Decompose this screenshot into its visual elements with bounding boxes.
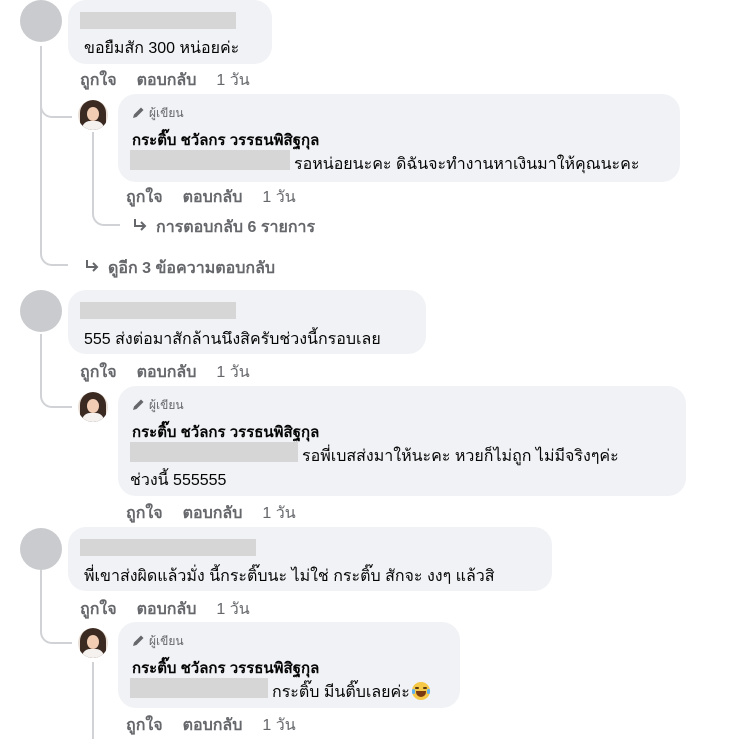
author-name[interactable]: กระติ๊บ ชวัลกร วรรธนพิสิฐกุล <box>132 128 319 152</box>
reply-bubble: ผู้เขียน กระติ๊บ ชวัลกร วรรธนพิสิฐกุล กร… <box>118 622 460 708</box>
like-button[interactable]: ถูกใจ <box>80 597 117 622</box>
redacted-name <box>80 302 236 319</box>
reply-actions: ถูกใจ ตอบกลับ 1 วัน <box>126 501 296 526</box>
reply-actions: ถูกใจ ตอบกลับ 1 วัน <box>126 713 296 738</box>
comment-bubble: ขอยืมสัก 300 หน่อยค่ะ <box>68 0 272 64</box>
thread-connector <box>40 376 72 408</box>
author-avatar[interactable] <box>78 100 108 130</box>
comment-text: พี่เขาส่งผิดแล้วมั่ง นี้กระติ๊บนะ ไม่ใช่… <box>84 568 495 585</box>
reply-actions: ถูกใจ ตอบกลับ 1 วัน <box>126 185 296 210</box>
comment-text: 555 ส่งต่อมาสักล้านนึงสิครับช่วงนี้กรอบเ… <box>84 331 381 348</box>
more-replies-link[interactable]: การตอบกลับ 6 รายการ <box>132 215 315 240</box>
pencil-icon <box>132 398 145 414</box>
redacted-mention <box>130 442 298 462</box>
thread-connector <box>40 86 72 118</box>
commenter-avatar[interactable] <box>20 0 62 42</box>
redacted-name <box>80 12 236 29</box>
timestamp[interactable]: 1 วัน <box>216 360 249 385</box>
like-button[interactable]: ถูกใจ <box>80 360 117 385</box>
redacted-mention <box>130 150 290 170</box>
redacted-mention <box>130 678 268 698</box>
thread-line <box>40 46 42 246</box>
author-badge: ผู้เขียน <box>132 396 184 415</box>
comment-actions: ถูกใจ ตอบกลับ 1 วัน <box>80 68 250 93</box>
comment-bubble: 555 ส่งต่อมาสักล้านนึงสิครับช่วงนี้กรอบเ… <box>68 290 426 354</box>
comment-actions: ถูกใจ ตอบกลับ 1 วัน <box>80 360 250 385</box>
comment-actions: ถูกใจ ตอบกลับ 1 วัน <box>80 597 250 622</box>
author-name[interactable]: กระติ๊บ ชวัลกร วรรธนพิสิฐกุล <box>132 420 319 444</box>
view-more-replies-link[interactable]: ดูอีก 3 ข้อความตอบกลับ <box>84 256 275 281</box>
timestamp[interactable]: 1 วัน <box>262 501 295 526</box>
reply-text-line1: รอพี่เบสส่งมาให้นะคะ หวยก็ไม่ถูก ไม่มีจร… <box>302 448 619 465</box>
author-avatar[interactable] <box>78 392 108 422</box>
like-button[interactable]: ถูกใจ <box>80 68 117 93</box>
thread-connector <box>40 612 72 644</box>
reply-bubble: ผู้เขียน กระติ๊บ ชวัลกร วรรธนพิสิฐกุล รอ… <box>118 386 686 496</box>
comment-text: ขอยืมสัก 300 หน่อยค่ะ <box>84 40 240 57</box>
reply-button[interactable]: ตอบกลับ <box>183 185 243 210</box>
pencil-icon <box>132 634 145 650</box>
redacted-name <box>80 539 256 556</box>
reply-arrow-icon <box>84 259 100 278</box>
comment-bubble: พี่เขาส่งผิดแล้วมั่ง นี้กระติ๊บนะ ไม่ใช่… <box>68 527 552 591</box>
timestamp[interactable]: 1 วัน <box>262 713 295 738</box>
reply-thread-line <box>92 662 94 739</box>
reply-text: รอหน่อยนะคะ ดิฉันจะทำงานหาเงินมาให้คุณนะ… <box>294 156 640 173</box>
reply-text: กระติ๊บ มีนติ๊บเลยค่ะ <box>272 680 430 705</box>
timestamp[interactable]: 1 วัน <box>216 597 249 622</box>
tears-of-joy-emoji-icon <box>411 682 430 700</box>
like-button[interactable]: ถูกใจ <box>126 501 163 526</box>
reply-button[interactable]: ตอบกลับ <box>183 501 243 526</box>
commenter-avatar[interactable] <box>20 528 62 570</box>
author-badge: ผู้เขียน <box>132 104 184 123</box>
timestamp[interactable]: 1 วัน <box>216 68 249 93</box>
reply-bubble: ผู้เขียน กระติ๊บ ชวัลกร วรรธนพิสิฐกุล รอ… <box>118 94 680 182</box>
reply-button[interactable]: ตอบกลับ <box>137 68 197 93</box>
reply-button[interactable]: ตอบกลับ <box>137 360 197 385</box>
reply-button[interactable]: ตอบกลับ <box>137 597 197 622</box>
author-avatar[interactable] <box>78 628 108 658</box>
reply-connector <box>92 196 120 226</box>
thread-connector <box>40 230 68 266</box>
timestamp[interactable]: 1 วัน <box>262 185 295 210</box>
author-name[interactable]: กระติ๊บ ชวัลกร วรรธนพิสิฐกุล <box>132 656 319 680</box>
author-badge: ผู้เขียน <box>132 632 184 651</box>
commenter-avatar[interactable] <box>20 290 62 332</box>
reply-button[interactable]: ตอบกลับ <box>183 713 243 738</box>
like-button[interactable]: ถูกใจ <box>126 713 163 738</box>
pencil-icon <box>132 106 145 122</box>
reply-arrow-icon <box>132 218 148 237</box>
like-button[interactable]: ถูกใจ <box>126 185 163 210</box>
reply-text-line2: ช่วงนี้ 555555 <box>130 472 227 489</box>
